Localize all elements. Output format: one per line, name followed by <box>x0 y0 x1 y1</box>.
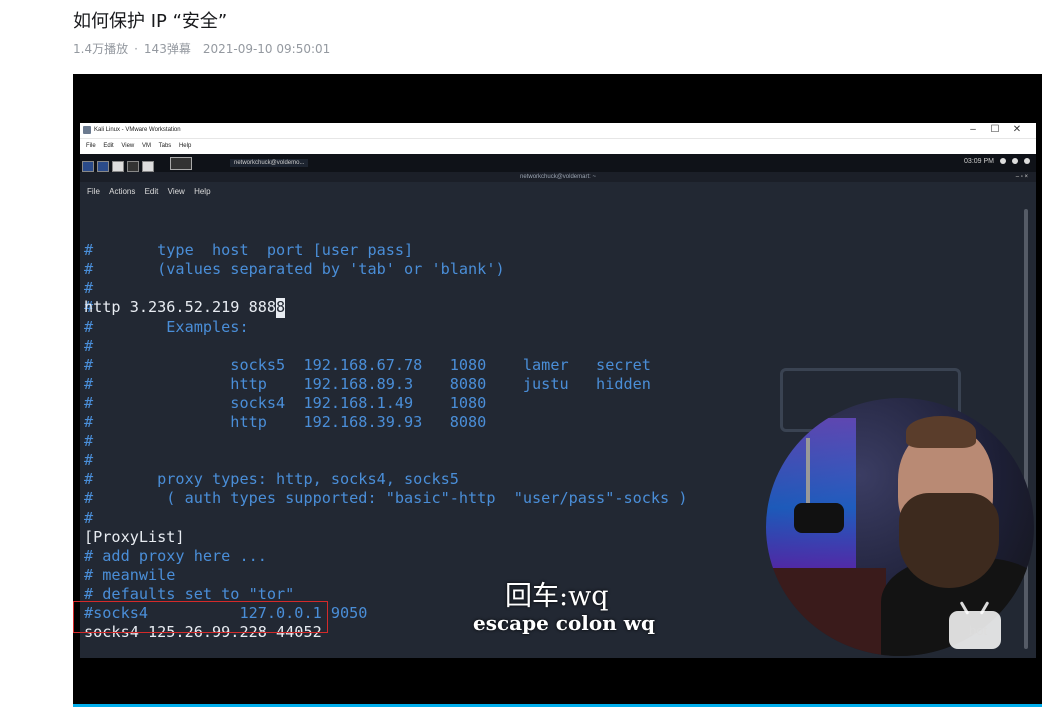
terminal-content[interactable]: # type host port [user pass] # (values se… <box>84 203 1014 641</box>
vmware-menubar: File Edit View VM Tabs Help <box>80 138 1036 154</box>
terminal-menu-file[interactable]: File <box>87 187 100 196</box>
cursor-line-text: http 3.236.52.219 888 <box>84 298 277 317</box>
meta-separator: · <box>134 42 138 56</box>
terminal-menubar: File Actions Edit View Help <box>80 183 1036 199</box>
terminal-line: # socks5 192.168.67.78 1080 lamer secret <box>84 355 651 374</box>
taskbar-terminal-item[interactable]: networkchuck@voldemo... <box>230 159 309 167</box>
menu-help[interactable]: Help <box>179 143 191 149</box>
terminal-launcher-icon[interactable] <box>127 161 139 172</box>
subtitle-english: escape colon wq <box>473 611 655 635</box>
menu-tabs[interactable]: Tabs <box>159 143 172 149</box>
vmware-titlebar: Kali Linux - VMware Workstation – ☐ ✕ <box>80 123 1036 138</box>
vmware-window-title: Kali Linux - VMware Workstation <box>94 127 181 133</box>
presenter-hair <box>906 416 976 448</box>
desktop-terminal-icon[interactable] <box>170 157 192 170</box>
terminal-menu-edit[interactable]: Edit <box>145 187 159 196</box>
close-button[interactable]: ✕ <box>1006 124 1028 135</box>
terminal-menu-help[interactable]: Help <box>194 187 210 196</box>
terminal-menu-actions[interactable]: Actions <box>109 187 135 196</box>
watermark-text: bot <box>969 623 988 638</box>
bilibili-tv-watermark-icon: bot <box>949 601 1003 649</box>
maximize-button[interactable]: ☐ <box>984 124 1006 135</box>
highlight-box <box>73 601 328 633</box>
menu-view[interactable]: View <box>121 143 134 149</box>
publish-date: 2021-09-10 09:50:01 <box>202 42 331 56</box>
power-icon[interactable] <box>1024 158 1030 165</box>
terminal-line: # <box>84 336 94 355</box>
workspace-icon[interactable] <box>97 161 109 172</box>
terminal-title: networkchuck@voldemart: ~ <box>520 174 596 180</box>
microphone <box>794 503 844 533</box>
terminal-line: # (values separated by 'tab' or 'blank') <box>84 260 505 279</box>
terminal-line: # http 192.168.89.3 8080 justu hidden <box>84 374 651 393</box>
studio-lights <box>766 418 856 568</box>
menu-edit[interactable]: Edit <box>103 143 113 149</box>
terminal-lines: # type host port [user pass] # (values se… <box>84 241 1014 641</box>
subtitle-chinese: 回车:wq <box>505 581 609 612</box>
terminal-cursor-line: http 3.236.52.219 8888 <box>84 298 1014 318</box>
system-tray: 03:09 PM <box>964 158 1030 165</box>
desk-equipment <box>766 568 886 656</box>
menu-vm[interactable]: VM <box>142 143 151 149</box>
text-cursor: 8 <box>276 298 286 318</box>
terminal-window-controls[interactable]: – ▫ × <box>1016 172 1028 182</box>
mic-arm <box>806 438 810 508</box>
presenter-beard <box>899 493 999 588</box>
video-meta: 1.4万播放 · 143弹幕 2021-09-10 09:50:01 <box>73 40 336 57</box>
terminal-titlebar: networkchuck@voldemart: ~ – ▫ × <box>80 172 1036 182</box>
file-manager-icon[interactable] <box>112 161 124 172</box>
browser-icon[interactable] <box>142 161 154 172</box>
kali-top-panel: networkchuck@voldemo... 03:09 PM <box>80 154 1036 172</box>
window-controls: – ☐ ✕ <box>962 124 1028 135</box>
kali-menu-icon[interactable] <box>82 161 94 172</box>
notification-icon[interactable] <box>1000 158 1006 165</box>
panel-clock[interactable]: 03:09 PM <box>964 158 994 165</box>
terminal-line: # type host port [user pass] <box>84 241 414 260</box>
terminal-menu-view[interactable]: View <box>168 187 185 196</box>
menu-file[interactable]: File <box>86 143 96 149</box>
lock-icon[interactable] <box>1012 158 1018 165</box>
vmware-logo-icon <box>83 126 91 134</box>
danmaku-count: 143弹幕 <box>143 42 191 56</box>
terminal-line: # <box>84 279 94 298</box>
video-title: 如何保护 IP “安全” <box>73 11 228 32</box>
play-count: 1.4万播放 <box>73 42 129 56</box>
minimize-button[interactable]: – <box>962 124 984 135</box>
terminal-line: # Examples: <box>84 317 249 336</box>
video-progress-bar[interactable] <box>73 704 1042 707</box>
